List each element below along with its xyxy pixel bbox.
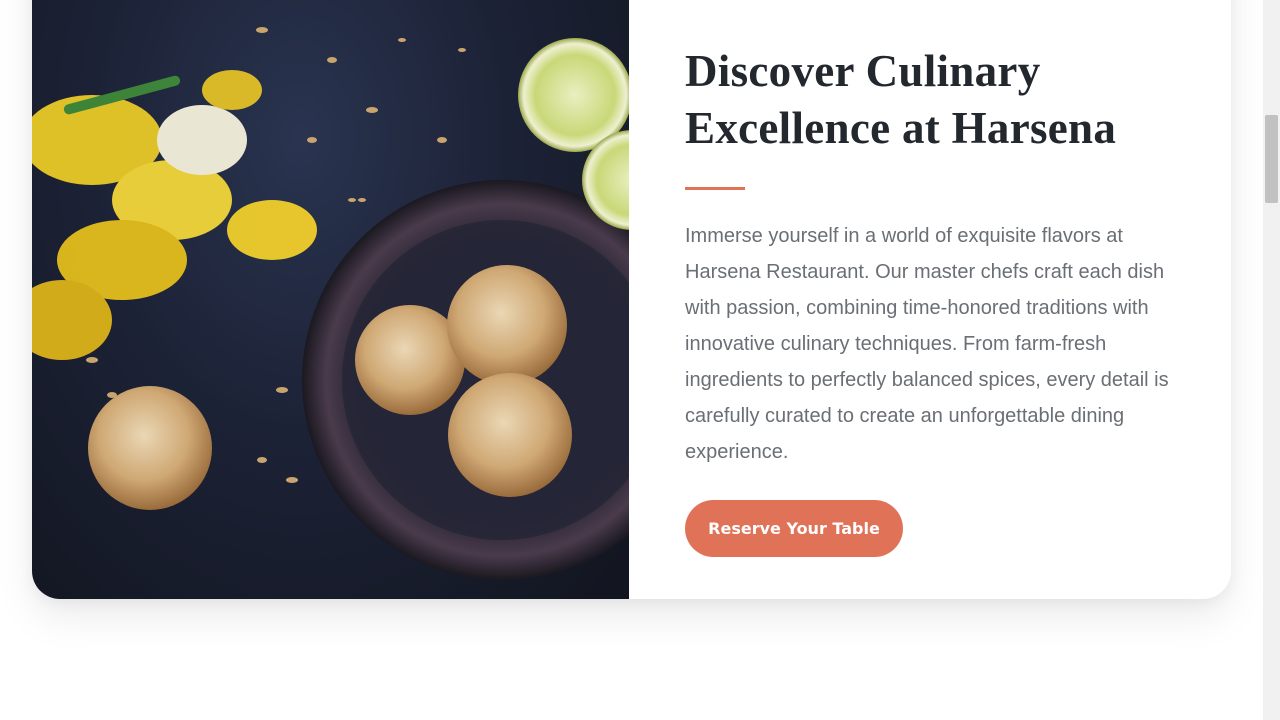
- content-panel: Discover Culinary Excellence at Harsena …: [629, 0, 1231, 599]
- food-photo: [32, 0, 629, 599]
- feature-card: Discover Culinary Excellence at Harsena …: [32, 0, 1231, 599]
- page: Discover Culinary Excellence at Harsena …: [0, 0, 1280, 720]
- accent-divider: [685, 187, 745, 190]
- section-description: Immerse yourself in a world of exquisite…: [685, 225, 1169, 463]
- section-heading: Discover Culinary Excellence at Harsena: [685, 46, 1117, 153]
- vertical-scrollbar[interactable]: [1263, 0, 1280, 720]
- reserve-table-button[interactable]: Reserve Your Table: [685, 500, 903, 557]
- scrollbar-thumb[interactable]: [1265, 115, 1278, 203]
- food-photo-illustration: [32, 27, 629, 580]
